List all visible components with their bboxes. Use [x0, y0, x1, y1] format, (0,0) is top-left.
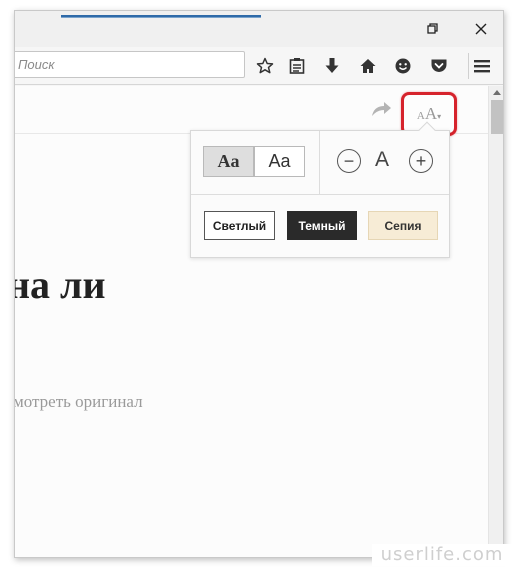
theme-light-button[interactable]: Светлый	[204, 211, 275, 240]
star-icon[interactable]	[254, 55, 276, 77]
theme-sepia-button[interactable]: Сепия	[368, 211, 438, 240]
reader-toolbar: A A ▾	[15, 86, 488, 136]
increase-font-size-button[interactable]: +	[409, 149, 433, 173]
search-input[interactable]: Поиск	[15, 51, 245, 78]
aa-small-letter: A	[416, 110, 425, 122]
browser-window: Поиск A A ▾ на ли мотреть оригинал Aa Aa…	[14, 10, 504, 558]
reading-list-icon[interactable]	[286, 55, 308, 77]
download-icon[interactable]	[321, 55, 343, 77]
decrease-font-size-button[interactable]: −	[337, 149, 361, 173]
popup-divider-vertical	[319, 131, 320, 194]
maximize-icon[interactable]	[423, 19, 443, 39]
type-controls-popup: Aa Aa − A + Светлый Темный Сепия	[190, 121, 450, 258]
toolbar-separator	[468, 53, 469, 79]
popup-divider-horizontal	[191, 194, 449, 195]
menu-icon[interactable]	[471, 55, 493, 77]
smiley-icon[interactable]	[392, 55, 414, 77]
sans-serif-font-button[interactable]: Aa	[254, 146, 305, 177]
home-icon[interactable]	[357, 55, 379, 77]
font-size-label: A	[375, 148, 390, 171]
navigation-toolbar: Поиск	[15, 47, 503, 85]
title-bar	[15, 11, 503, 47]
scrollbar-thumb[interactable]	[491, 100, 503, 134]
chevron-down-icon: ▾	[437, 112, 442, 121]
serif-font-button[interactable]: Aa	[203, 146, 254, 177]
article-title: на ли	[14, 262, 106, 307]
view-original-link[interactable]: мотреть оригинал	[15, 392, 143, 412]
watermark: userlife.com	[372, 544, 512, 566]
pocket-icon[interactable]	[428, 55, 450, 77]
close-icon[interactable]	[471, 19, 491, 39]
share-arrow-icon[interactable]	[370, 100, 392, 118]
active-tab-indicator[interactable]	[61, 15, 261, 18]
vertical-scrollbar[interactable]	[488, 86, 503, 557]
scroll-up-icon[interactable]	[493, 90, 501, 95]
theme-dark-button[interactable]: Темный	[287, 211, 357, 240]
